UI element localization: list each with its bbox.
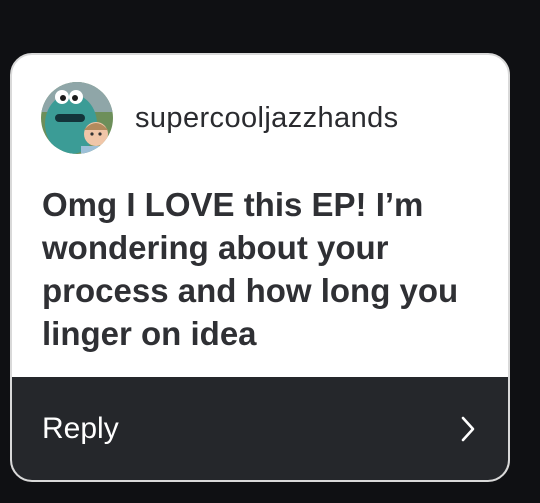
avatar[interactable]: [41, 82, 113, 154]
avatar-image: [41, 82, 113, 154]
question-text: Omg I LOVE this EP! I’m wondering about …: [42, 186, 459, 352]
chevron-right-icon: [460, 415, 476, 443]
reply-button[interactable]: Reply: [12, 377, 508, 480]
username: supercooljazzhands: [135, 101, 399, 134]
reply-label: Reply: [42, 411, 119, 445]
question-card: supercooljazzhands Omg I LOVE this EP! I…: [10, 53, 510, 482]
card-header: supercooljazzhands: [41, 82, 488, 154]
